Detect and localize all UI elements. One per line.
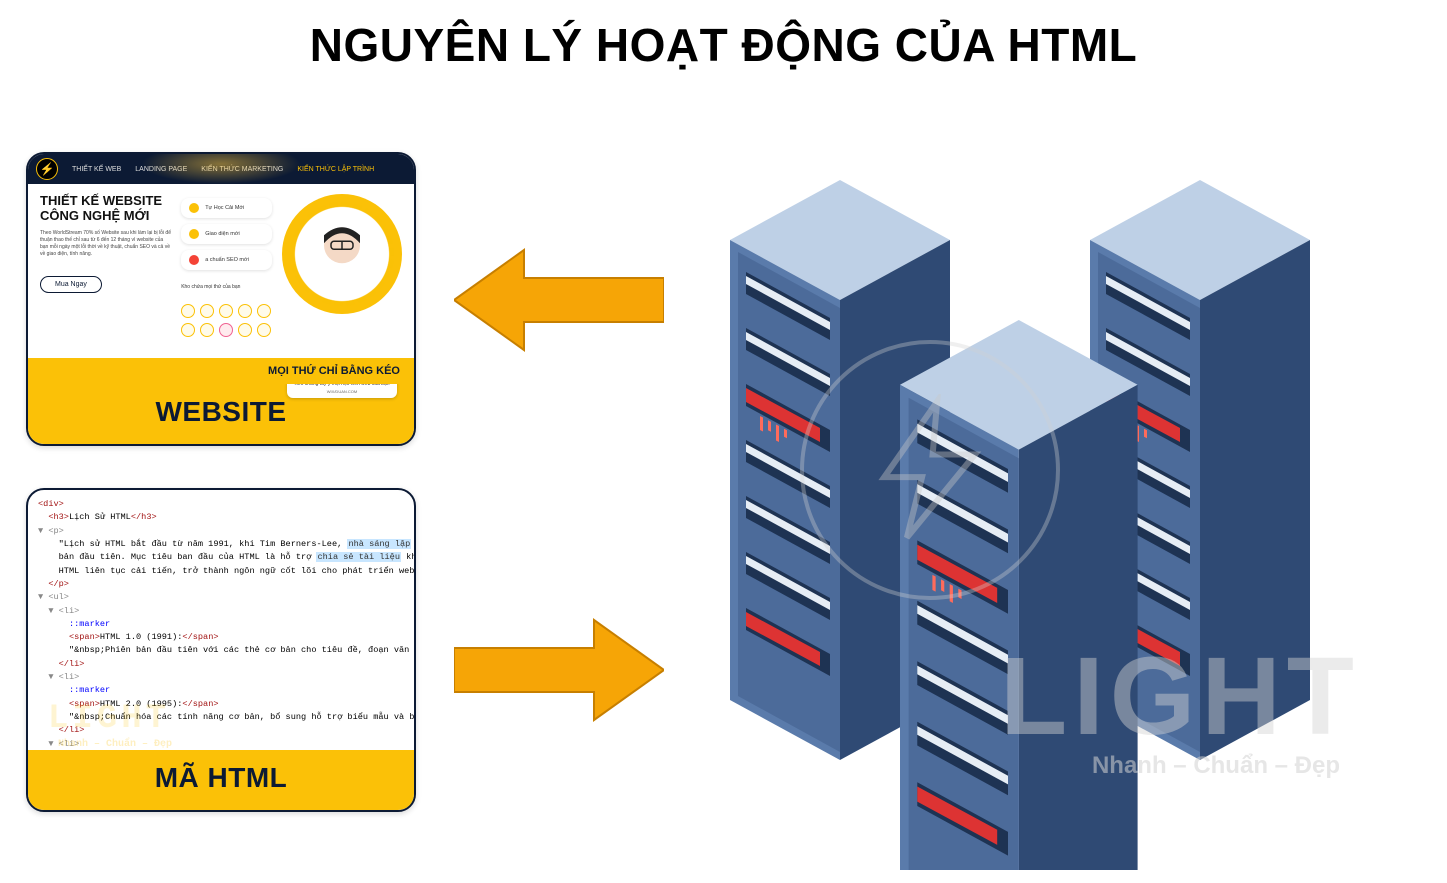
code-preview: <div> <h3>Lịch Sử HTML</h3> ▼ <p> "Lịch … — [28, 490, 414, 750]
code-text: "&nbsp;Phiên bản đầu tiên với các thẻ cơ… — [38, 645, 414, 655]
page-title: NGUYÊN LÝ HOẠT ĐỘNG CỦA HTML — [0, 0, 1447, 72]
hero-ribbon: MỌI THỨ CHỈ BẰNG KÉO — [28, 358, 414, 384]
code-line: <div> — [38, 499, 64, 509]
code-highlight: chia sẻ tài liệu — [316, 552, 401, 562]
pill-label: Giao diện mới — [205, 231, 239, 237]
code-line: </h3> — [131, 512, 157, 522]
website-nav: ⚡ THIẾT KẾ WEB LANDING PAGE KIẾN THỨC MA… — [28, 154, 414, 184]
buy-now-button[interactable]: Mua Ngay — [40, 276, 102, 293]
hero-headline: THIẾT KẾ WEBSITE CÔNG NGHỆ MỚI — [40, 194, 171, 224]
code-text: Lịch Sử HTML — [69, 512, 131, 522]
feature-pill: Tự Học Cải Mới — [181, 198, 272, 218]
code-line: <span> — [38, 632, 100, 642]
code-text: HTML liên tục cải tiến, trở thành ngôn n… — [38, 566, 414, 576]
nav-item: LANDING PAGE — [135, 166, 187, 173]
code-line: <h3> — [38, 512, 69, 522]
nav-item: KIẾN THỨC MARKETING — [201, 166, 283, 173]
hero-avatar: Kéo chúng tùy ý mọi học viên web của bạn… — [282, 194, 402, 380]
code-marker: ::marker — [38, 619, 110, 629]
feature-pill: a chuẩn SEO mới — [181, 250, 272, 270]
headline-l2: CÔNG NGHỆ MỚI — [40, 209, 171, 224]
light-logo-icon: ⚡ — [36, 158, 58, 180]
code-line: </span> — [182, 699, 218, 709]
code-line: ▼ <li> — [38, 606, 79, 616]
icon-row — [181, 304, 272, 337]
feature-pill: Giao diện mới — [181, 224, 272, 244]
code-text: "Lịch sử HTML bắt đầu từ năm 1991, khi T… — [38, 539, 347, 549]
code-line: </span> — [182, 632, 218, 642]
arrow-right-icon — [454, 610, 664, 730]
column-caption: Kho chứa mọi thứ của bạn — [181, 284, 272, 290]
servers-icon — [690, 160, 1420, 870]
code-line: </p> — [38, 579, 69, 589]
person-icon — [305, 215, 379, 299]
code-line: ▼ <ul> — [38, 592, 69, 602]
hero-features: Tự Học Cải Mới Giao diện mới a chuẩn SEO… — [181, 194, 272, 380]
hero-description: Theo WorldStream 70% số Website sau khi … — [40, 230, 171, 258]
code-line: ▼ <p> — [38, 526, 64, 536]
hero-left: THIẾT KẾ WEBSITE CÔNG NGHỆ MỚI Theo Worl… — [40, 194, 171, 380]
code-card-label: MÃ HTML — [28, 750, 414, 810]
watermark-sub: Nhanh – Chuẩn – Đẹp — [58, 737, 172, 751]
code-text: HTML 1.0 (1991): — [100, 632, 183, 642]
pill-label: Tự Học Cải Mới — [205, 205, 244, 211]
code-card: <div> <h3>Lịch Sử HTML</h3> ▼ <p> "Lịch … — [26, 488, 416, 812]
code-text: bản đầu tiên. Mục tiêu ban đầu của HTML … — [38, 552, 316, 562]
server-cluster: LIGHT Nhanh – Chuẩn – Đẹp — [690, 160, 1420, 870]
code-line: ▼ <li> — [38, 672, 79, 682]
diagram-stage: ⚡ THIẾT KẾ WEB LANDING PAGE KIẾN THỨC MA… — [0, 90, 1447, 880]
pill-label: a chuẩn SEO mới — [205, 257, 249, 263]
code-line: </li> — [38, 659, 84, 669]
code-text: World Wide Web, phát triển phiên — [411, 539, 414, 549]
avatar-caption-sub: WIX/DUAN.COM — [293, 389, 391, 394]
headline-l1: THIẾT KẾ WEBSITE — [40, 193, 162, 208]
code-highlight: nhà sáng lập — [347, 539, 411, 549]
nav-item: THIẾT KẾ WEB — [72, 166, 121, 173]
avatar-ring — [282, 194, 402, 314]
code-text: khoa học trên mạng. Qua nhiều năm, — [401, 552, 414, 562]
website-preview: ⚡ THIẾT KẾ WEB LANDING PAGE KIẾN THỨC MA… — [28, 154, 414, 384]
website-card: ⚡ THIẾT KẾ WEB LANDING PAGE KIẾN THỨC MA… — [26, 152, 416, 446]
arrow-left-icon — [454, 240, 664, 360]
nav-item-active: KIẾN THỨC LẬP TRÌNH — [297, 166, 374, 173]
